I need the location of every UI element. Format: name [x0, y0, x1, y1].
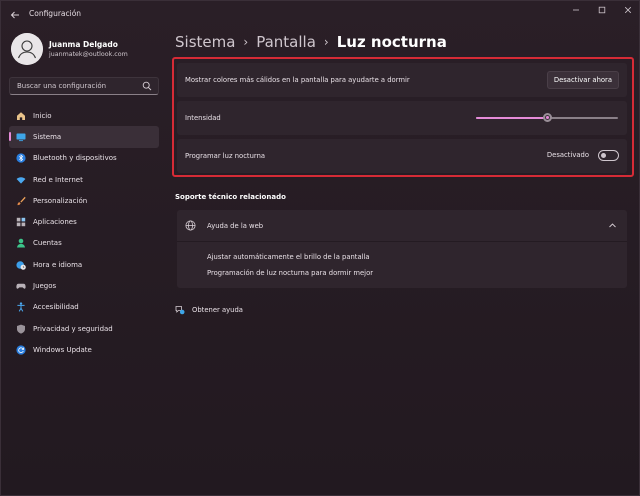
profile-email: juanmatek@outlook.com	[49, 50, 128, 58]
sidebar-item-label: Cuentas	[33, 239, 62, 248]
sidebar-item-label: Privacidad y seguridad	[33, 324, 113, 333]
globe-icon	[185, 220, 196, 231]
title-bar: Configuración	[1, 1, 640, 29]
display-icon	[16, 132, 26, 142]
web-help-header[interactable]: Ayuda de la web	[177, 210, 627, 242]
sidebar-item-inicio[interactable]: Inicio	[9, 105, 159, 126]
highlight-box	[172, 57, 634, 177]
user-profile[interactable]: Juanma Delgado juanmatek@outlook.com	[11, 33, 128, 65]
person-avatar-icon	[11, 33, 43, 65]
page-title: Luz nocturna	[336, 33, 447, 51]
shield-icon	[16, 324, 26, 334]
minimize-button[interactable]	[563, 1, 589, 19]
web-help-panel: Ayuda de la web Ajustar automáticamente …	[177, 210, 627, 288]
get-help-label: Obtener ayuda	[192, 306, 243, 314]
sidebar-item-label: Bluetooth y dispositivos	[33, 154, 117, 163]
minimize-icon	[573, 9, 579, 11]
breadcrumb-pantalla[interactable]: Pantalla	[256, 33, 316, 51]
profile-name: Juanma Delgado	[49, 39, 118, 49]
sidebar-item-label: Accesibilidad	[33, 303, 79, 312]
sidebar-item-label: Inicio	[33, 111, 52, 120]
sidebar-item-label: Hora e idioma	[33, 260, 83, 269]
help-link-night-light[interactable]: Programación de luz nocturna para dormir…	[207, 269, 373, 277]
sidebar-nav: Inicio Sistema Bluetooth y dispositivos …	[9, 105, 159, 361]
sidebar-item-label: Personalización	[33, 196, 88, 205]
close-icon	[624, 6, 632, 14]
sidebar-item-privacidad[interactable]: Privacidad y seguridad	[9, 318, 159, 339]
sidebar-item-personalizacion[interactable]: Personalización	[9, 190, 159, 211]
sidebar-item-label: Aplicaciones	[33, 218, 77, 227]
gamepad-icon	[16, 281, 26, 291]
sidebar-item-label: Sistema	[33, 132, 62, 141]
breadcrumb: Sistema › Pantalla › Luz nocturna	[175, 31, 447, 53]
window-title: Configuración	[29, 9, 82, 18]
sidebar-item-accesibilidad[interactable]: Accesibilidad	[9, 297, 159, 318]
help-link-brightness[interactable]: Ajustar automáticamente el brillo de la …	[207, 253, 370, 261]
help-chat-icon	[175, 306, 185, 315]
wifi-icon	[16, 175, 26, 185]
settings-window: Configuración Juanma Delgado juanmatek@o…	[0, 0, 640, 496]
sidebar-item-hora[interactable]: Hora e idioma	[9, 254, 159, 275]
breadcrumb-sistema[interactable]: Sistema	[175, 33, 235, 51]
sidebar-item-sistema[interactable]: Sistema	[9, 126, 159, 148]
window-controls	[563, 1, 640, 19]
home-icon	[16, 111, 26, 121]
get-help-link[interactable]: Obtener ayuda	[175, 305, 243, 315]
maximize-button[interactable]	[589, 1, 615, 19]
search-box	[9, 77, 159, 95]
maximize-icon	[598, 6, 606, 14]
sidebar-item-cuentas[interactable]: Cuentas	[9, 233, 159, 254]
sidebar-item-red[interactable]: Red e Internet	[9, 169, 159, 190]
support-section-title: Soporte técnico relacionado	[175, 193, 286, 201]
apps-icon	[16, 217, 26, 227]
bluetooth-icon	[16, 153, 26, 163]
sidebar-item-label: Red e Internet	[33, 175, 83, 184]
breadcrumb-separator-icon: ›	[323, 35, 329, 49]
profile-text: Juanma Delgado juanmatek@outlook.com	[49, 39, 128, 60]
sidebar-item-aplicaciones[interactable]: Aplicaciones	[9, 211, 159, 232]
search-input[interactable]	[17, 82, 143, 90]
update-icon	[16, 345, 26, 355]
close-button[interactable]	[615, 1, 640, 19]
globe-clock-icon	[16, 260, 26, 270]
avatar	[11, 33, 43, 65]
sidebar-item-bluetooth[interactable]: Bluetooth y dispositivos	[9, 148, 159, 169]
sidebar: Juanma Delgado juanmatek@outlook.com Ini…	[1, 29, 167, 496]
sidebar-item-label: Juegos	[33, 282, 57, 291]
person-icon	[16, 238, 26, 248]
search-icon[interactable]	[142, 81, 152, 91]
breadcrumb-separator-icon: ›	[243, 35, 249, 49]
web-help-title: Ayuda de la web	[207, 221, 264, 230]
brush-icon	[16, 196, 26, 206]
sidebar-item-windows-update[interactable]: Windows Update	[9, 339, 159, 360]
accessibility-icon	[16, 302, 26, 312]
back-arrow-icon[interactable]	[7, 7, 23, 23]
sidebar-item-juegos[interactable]: Juegos	[9, 275, 159, 296]
sidebar-item-label: Windows Update	[33, 345, 92, 354]
chevron-up-icon[interactable]	[608, 221, 617, 230]
